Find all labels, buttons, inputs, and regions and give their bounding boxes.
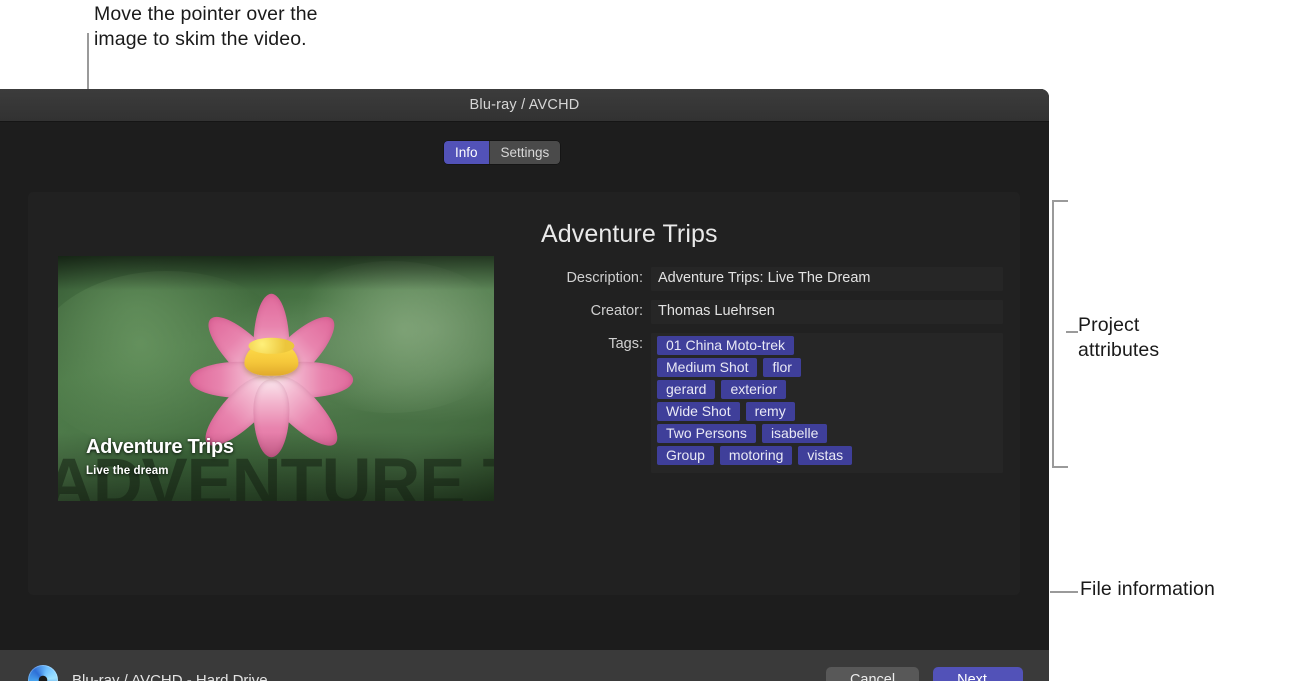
thumbnail-title: Adventure Trips: [86, 436, 234, 458]
tags-field[interactable]: 01 China Moto-trek Medium Shot flor gera…: [651, 333, 1003, 473]
tag-line: gerard exterior: [657, 380, 997, 399]
creator-label: Creator:: [590, 303, 643, 319]
project-attributes-group: Adventure Trips Description: Adventure T…: [513, 220, 1003, 482]
tag-line: Two Persons isabelle: [657, 424, 997, 443]
field-row-description: Description: Adventure Trips: Live The D…: [513, 267, 1003, 291]
tab-info[interactable]: Info: [444, 141, 489, 164]
tag-line: Wide Shot remy: [657, 402, 997, 421]
tag-item[interactable]: Medium Shot: [657, 358, 758, 377]
leader-line-project-attributes: [1066, 331, 1078, 333]
tags-label: Tags:: [608, 336, 643, 352]
tag-item[interactable]: Group: [657, 446, 714, 465]
tag-item[interactable]: Wide Shot: [657, 402, 740, 421]
tag-item[interactable]: isabelle: [761, 424, 828, 443]
bracket-project-attributes: [1052, 200, 1068, 468]
project-title: Adventure Trips: [541, 220, 718, 248]
window-title: Blu-ray / AVCHD: [469, 97, 580, 113]
tag-item[interactable]: exterior: [721, 380, 787, 399]
callout-skim-hint: Move the pointer over the image to skim …: [94, 3, 318, 50]
tag-line: 01 China Moto-trek: [657, 336, 997, 355]
leader-line-file-information: [1050, 591, 1078, 593]
field-row-creator: Creator: Thomas Luehrsen: [513, 300, 1003, 324]
description-field[interactable]: Adventure Trips: Live The Dream: [651, 267, 1003, 291]
dialog-footer: Blu-ray / AVCHD - Hard Drive Cancel Next…: [0, 650, 1049, 681]
callout-project-attributes: Project attributes: [1078, 314, 1160, 361]
field-row-tags: Tags: 01 China Moto-trek Medium Shot flo…: [513, 333, 1003, 473]
tag-item[interactable]: flor: [763, 358, 801, 377]
tag-item[interactable]: gerard: [657, 380, 716, 399]
info-content-panel: ADVENTURE TRIPS Adventure Trips Live the…: [28, 192, 1020, 595]
tab-control: Info Settings: [444, 141, 561, 164]
tag-item[interactable]: Two Persons: [657, 424, 756, 443]
burn-dialog-window: Blu-ray / AVCHD Info Settings ADVENTURE …: [0, 89, 1049, 681]
footer-actions: Cancel Next...: [825, 667, 1023, 681]
window-titlebar: Blu-ray / AVCHD: [0, 89, 1049, 122]
thumbnail-subtitle: Live the dream: [86, 465, 169, 477]
tag-line: Group motoring vistas: [657, 446, 997, 465]
creator-field[interactable]: Thomas Luehrsen: [651, 300, 1003, 324]
destination-label: Blu-ray / AVCHD - Hard Drive: [72, 671, 268, 681]
tag-line: Medium Shot flor: [657, 358, 997, 377]
tag-item[interactable]: 01 China Moto-trek: [657, 336, 795, 355]
callout-file-information: File information: [1080, 578, 1215, 600]
blu-ray-disc-icon: [28, 665, 58, 681]
lotus-flower-icon: [156, 281, 386, 461]
tag-item[interactable]: remy: [745, 402, 795, 421]
tag-item[interactable]: motoring: [719, 446, 793, 465]
description-label: Description:: [566, 270, 643, 286]
next-button[interactable]: Next...: [933, 667, 1023, 681]
video-skimmer-thumbnail[interactable]: ADVENTURE TRIPS Adventure Trips Live the…: [58, 256, 494, 501]
tag-item[interactable]: vistas: [798, 446, 853, 465]
tab-settings[interactable]: Settings: [488, 141, 561, 164]
cancel-button[interactable]: Cancel: [825, 667, 920, 681]
window-body: Info Settings ADVENTURE Adventure Trips …: [0, 122, 1049, 679]
